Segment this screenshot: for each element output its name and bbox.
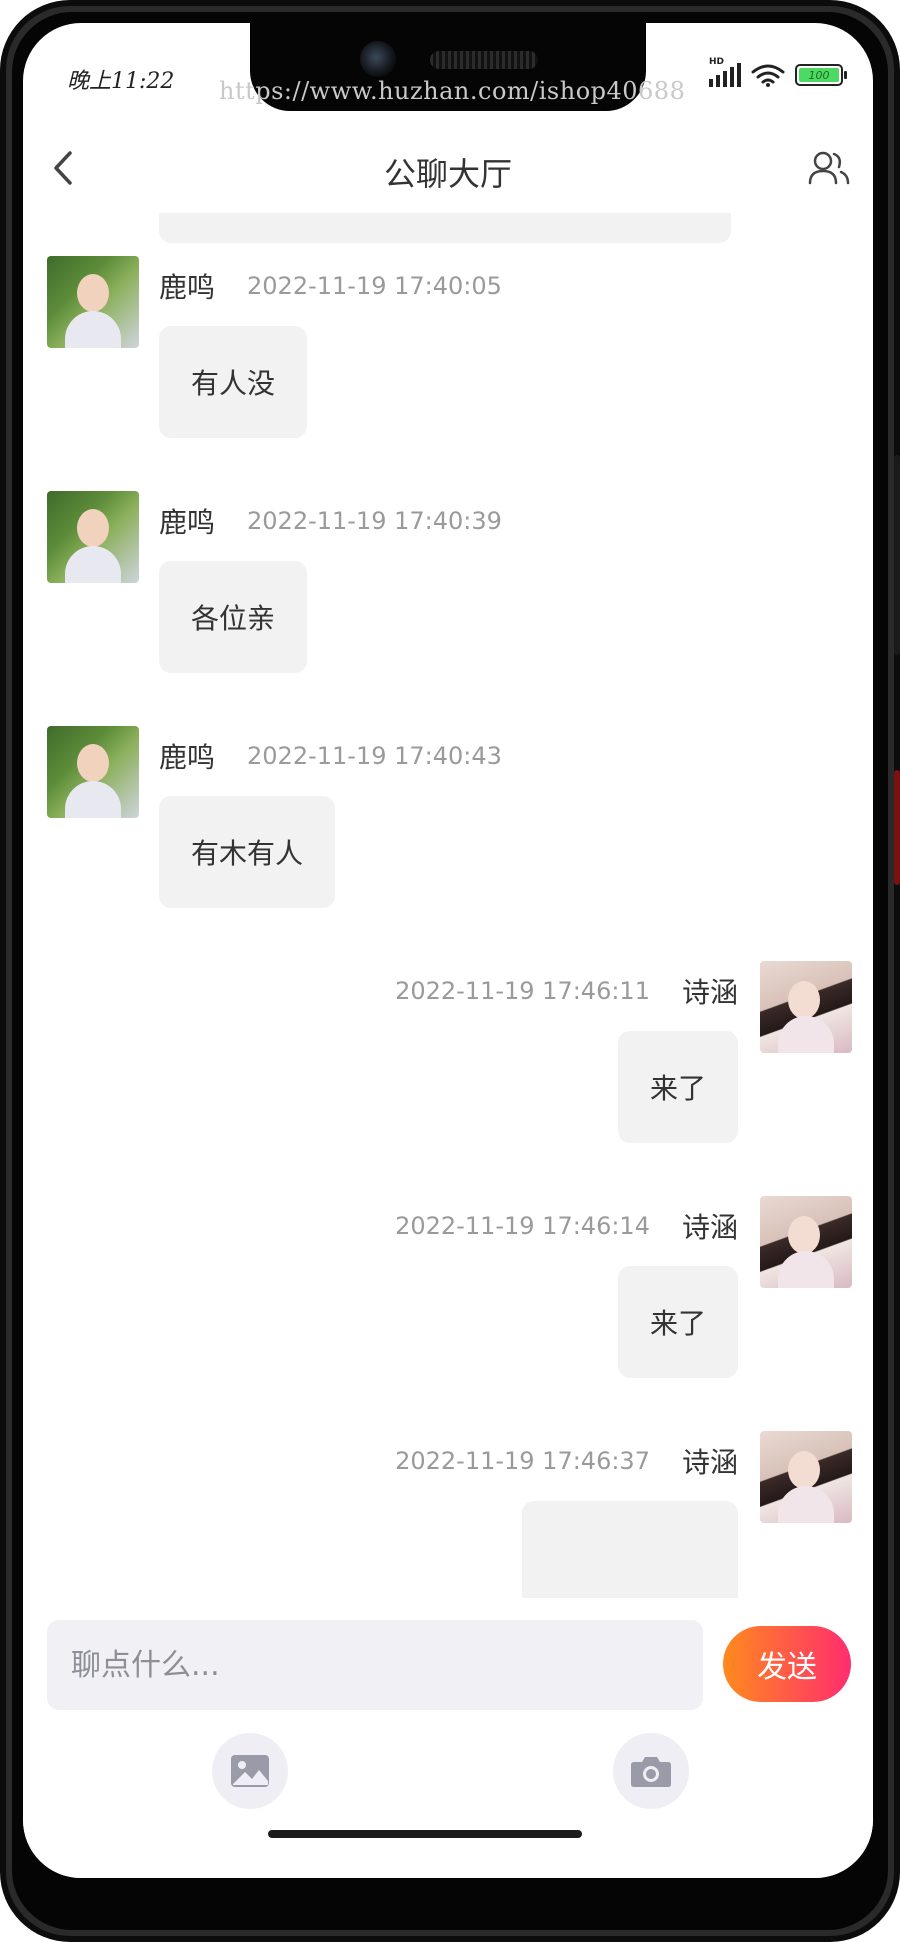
signal-icon: HD (709, 57, 741, 87)
message-time: 2022-11-19 17:40:43 (247, 742, 502, 770)
battery-icon: 100 (795, 64, 847, 86)
watermark: https://www.huzhan.com/ishop40688 (219, 77, 686, 105)
sender-name: 诗涵 (681, 1446, 738, 1479)
message-bubble[interactable]: 来了 (617, 1266, 738, 1378)
image-icon (231, 1755, 269, 1787)
message-time: 2022-11-19 17:46:37 (395, 1447, 650, 1475)
message-item: 鹿鸣 2022-11-19 17:40:39 各位亲 (23, 491, 873, 711)
home-indicator[interactable] (268, 1830, 582, 1838)
message-time: 2022-11-19 17:46:11 (395, 977, 650, 1005)
camera-button[interactable] (613, 1733, 689, 1809)
message-item: 鹿鸣 2022-11-19 17:40:43 有木有人 (23, 726, 873, 946)
page-title: 公聊大厅 (383, 155, 512, 193)
nav-header: 公聊大厅 (23, 123, 873, 213)
battery-level: 100 (799, 68, 839, 82)
status-time: 晚上11:22 (67, 69, 175, 94)
message-bubble-previous (159, 213, 731, 243)
message-bubble[interactable] (522, 1501, 738, 1598)
sender-name: 诗涵 (681, 976, 738, 1009)
avatar[interactable] (47, 256, 139, 348)
earpiece-speaker (430, 51, 538, 69)
phone-side-button-red (894, 770, 900, 885)
members-icon[interactable] (807, 148, 851, 188)
wifi-icon (751, 64, 785, 87)
message-bubble[interactable]: 有人没 (159, 326, 308, 438)
message-time: 2022-11-19 17:40:05 (247, 272, 502, 300)
image-button[interactable] (212, 1733, 288, 1809)
avatar[interactable] (760, 1431, 852, 1523)
message-bubble[interactable]: 各位亲 (159, 561, 308, 673)
message-time: 2022-11-19 17:40:39 (247, 507, 502, 535)
phone-side-button (894, 455, 900, 655)
message-item: 鹿鸣 2022-11-19 17:40:05 有人没 (23, 256, 873, 476)
message-list[interactable]: 鹿鸣 2022-11-19 17:40:05 有人没 鹿鸣 2022-11-19 1… (23, 213, 873, 1598)
front-camera (360, 41, 396, 77)
message-input-box[interactable] (47, 1620, 703, 1710)
message-input[interactable] (69, 1646, 681, 1684)
avatar[interactable] (760, 1196, 852, 1288)
sender-name: 鹿鸣 (159, 506, 216, 539)
camera-icon (631, 1757, 671, 1787)
avatar[interactable] (760, 961, 852, 1053)
status-icons: HD 100 (709, 57, 847, 87)
message-item: 2022-11-19 17:46:14 诗涵 来了 (23, 1196, 873, 1416)
avatar[interactable] (47, 491, 139, 583)
sender-name: 鹿鸣 (159, 271, 216, 304)
message-item: 2022-11-19 17:46:37 诗涵 (23, 1431, 873, 1598)
send-button[interactable]: 发送 (723, 1626, 851, 1702)
avatar[interactable] (47, 726, 139, 818)
network-type: HD (709, 57, 725, 67)
message-time: 2022-11-19 17:46:14 (395, 1212, 650, 1240)
app-screen: 晚上11:22 HD 100 https://www.huzhan.com/is… (23, 23, 873, 1878)
message-bubble[interactable]: 来了 (617, 1031, 738, 1143)
message-bubble[interactable]: 有木有人 (159, 796, 336, 908)
phone-canvas: 晚上11:22 HD 100 https://www.huzhan.com/is… (0, 0, 900, 1942)
sender-name: 诗涵 (681, 1211, 738, 1244)
sender-name: 鹿鸣 (159, 741, 216, 774)
message-item: 2022-11-19 17:46:11 诗涵 来了 (23, 961, 873, 1181)
